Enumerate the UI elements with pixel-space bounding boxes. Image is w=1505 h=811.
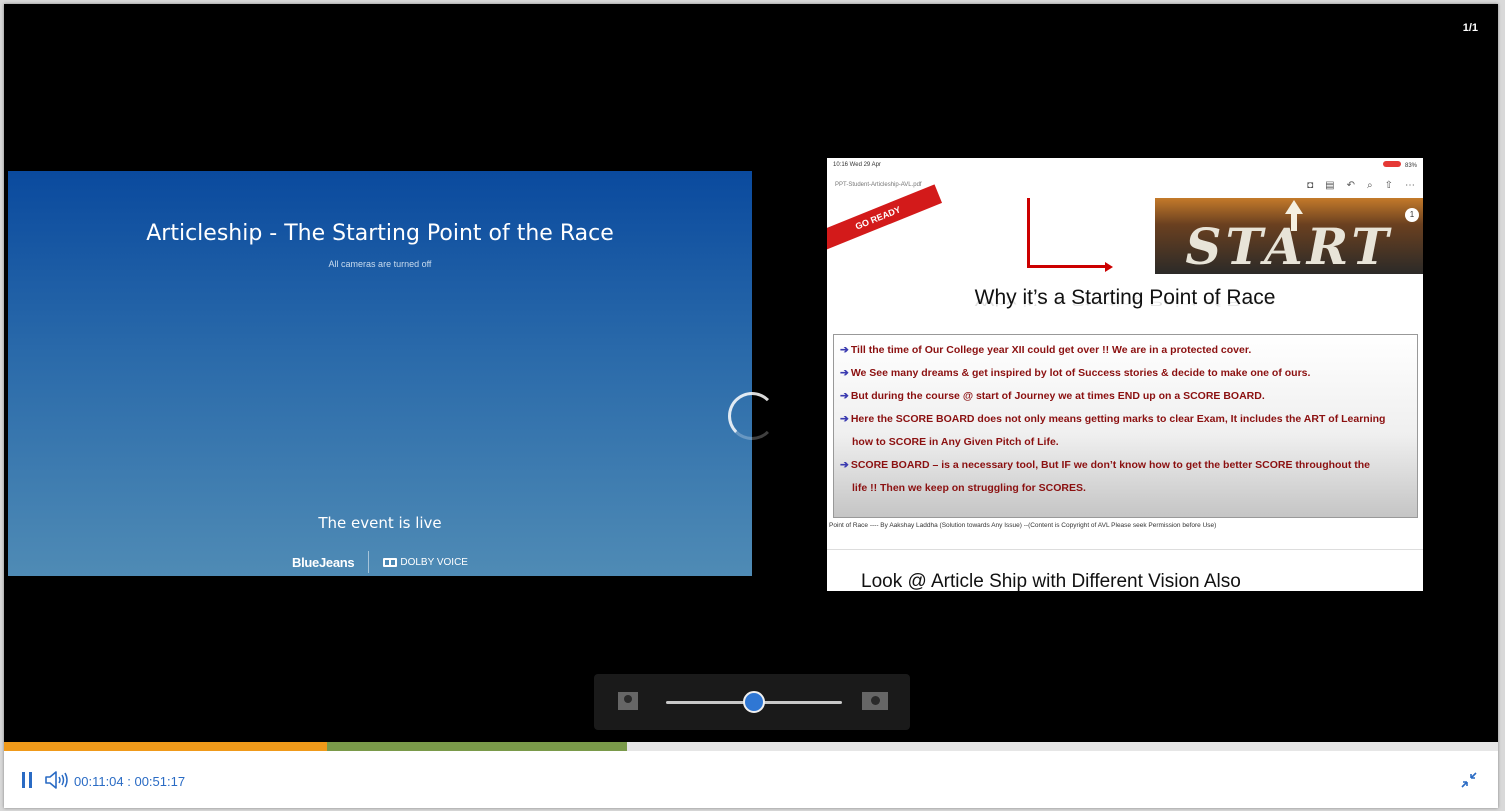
share-icon: ⇧ xyxy=(1384,179,1393,191)
screen-share-layout-icon[interactable] xyxy=(862,692,888,710)
loading-spinner-icon xyxy=(728,392,776,440)
playback-control-bar: 00:11:04 : 00:51:17 xyxy=(4,751,1498,808)
bullet-arrow-icon: ➔ xyxy=(840,367,849,379)
undo-icon: ↶ xyxy=(1346,179,1355,191)
bullet-arrow-icon: ➔ xyxy=(840,344,849,356)
slide-bullet-continuation: life !! Then we keep on struggling for S… xyxy=(852,482,1086,494)
playback-progress-bar[interactable] xyxy=(4,742,1498,751)
progress-played xyxy=(4,742,327,751)
more-icon: ⋯ xyxy=(1405,179,1415,191)
brand-logos: BlueJeans DOLBY VOICE xyxy=(8,551,752,573)
shared-screen-panel[interactable]: 10:16 Wed 29 Apr 83% PPT-Student-Article… xyxy=(827,158,1423,591)
layout-slider xyxy=(594,674,910,730)
search-icon: ⌕ xyxy=(1367,179,1373,191)
slide-divider xyxy=(827,549,1423,550)
document-icon: ▤ xyxy=(1325,179,1335,191)
cameras-off-notice: All cameras are turned off xyxy=(328,259,432,269)
ipad-battery: 83% xyxy=(1404,163,1417,169)
bullet-arrow-icon: ➔ xyxy=(840,390,849,402)
slide-bullet: ➔ Till the time of Our College year XII c… xyxy=(840,339,1411,362)
dolby-icon xyxy=(383,557,398,567)
layout-slider-thumb[interactable] xyxy=(743,691,765,713)
bluejeans-logo: BlueJeans xyxy=(292,554,355,570)
start-road-image: START xyxy=(1155,198,1423,274)
bullet-text: Till the time of Our College year XII co… xyxy=(850,344,1252,356)
ipad-status-right: 83% xyxy=(1382,161,1417,169)
up-arrow-stem xyxy=(1291,213,1297,231)
dolby-voice-logo: DOLBY VOICE xyxy=(383,557,468,568)
ipad-status-bar: 10:16 Wed 29 Apr 83% xyxy=(827,158,1423,172)
volume-icon[interactable] xyxy=(44,771,70,789)
camera-icon: ◘ xyxy=(1307,179,1314,191)
pdf-toolbar-icons: ◘ ▤ ↶ ⌕ ⇧ ⋯ xyxy=(1307,180,1415,191)
recording-indicator-icon xyxy=(1382,161,1401,167)
bullet-text: SCORE BOARD – is a necessary tool, But I… xyxy=(850,459,1371,471)
slide-bullet: ➔ We See many dreams & get inspired by lo… xyxy=(840,362,1411,385)
start-text: START xyxy=(1185,217,1393,276)
slide-bullet: ➔ Here the SCORE BOARD does not only mean… xyxy=(840,408,1411,431)
exit-fullscreen-icon[interactable] xyxy=(1460,771,1478,789)
pdf-file-name: PPT-Student-Articleship-AVL.pdf xyxy=(835,182,922,188)
ipad-status-time: 10:16 Wed 29 Apr xyxy=(833,162,881,168)
bullet-text: We See many dreams & get inspired by lot… xyxy=(850,367,1311,379)
bullet-arrow-icon: ➔ xyxy=(840,413,849,425)
event-video-panel[interactable]: Articleship - The Starting Point of the … xyxy=(8,171,752,576)
slide-footer: Point of Race ---- By Aakshay Laddha (So… xyxy=(829,522,1217,529)
slide-bullet-continuation: how to SCORE in Any Given Pitch of Life. xyxy=(852,436,1059,448)
bullet-text: Here the SCORE BOARD does not only means… xyxy=(850,413,1386,425)
playback-time: 00:11:04 : 00:51:17 xyxy=(74,774,186,789)
red-arrow-graphic xyxy=(1027,198,1113,272)
event-title: Articleship - The Starting Point of the … xyxy=(146,221,614,246)
slide-heading-reflection: Why it’s a Starting Point of Race xyxy=(974,296,1276,309)
pause-icon[interactable] xyxy=(22,772,34,788)
event-live-status: The event is live xyxy=(318,514,442,532)
dolby-voice-label: DOLBY VOICE xyxy=(400,556,468,568)
next-slide-heading: Look @ Article Ship with Different Visio… xyxy=(861,571,1241,591)
single-person-layout-icon[interactable] xyxy=(618,692,638,710)
slide-bullet-box: ➔ Till the time of Our College year XII c… xyxy=(833,334,1418,518)
slide-bullet: ➔ But during the course @ start of Journe… xyxy=(840,385,1411,408)
page-counter: 1/1 xyxy=(1462,22,1478,34)
up-arrow-icon xyxy=(1285,200,1303,214)
bullet-arrow-icon: ➔ xyxy=(840,459,849,471)
bullet-text: But during the course @ start of Journey… xyxy=(850,390,1265,402)
slide-bullet: ➔ SCORE BOARD – is a necessary tool, But … xyxy=(840,454,1411,477)
pdf-page-badge: 1 xyxy=(1405,208,1419,222)
video-player-frame: 1/1 Articleship - The Starting Point of … xyxy=(4,4,1498,808)
brand-divider xyxy=(368,551,370,573)
